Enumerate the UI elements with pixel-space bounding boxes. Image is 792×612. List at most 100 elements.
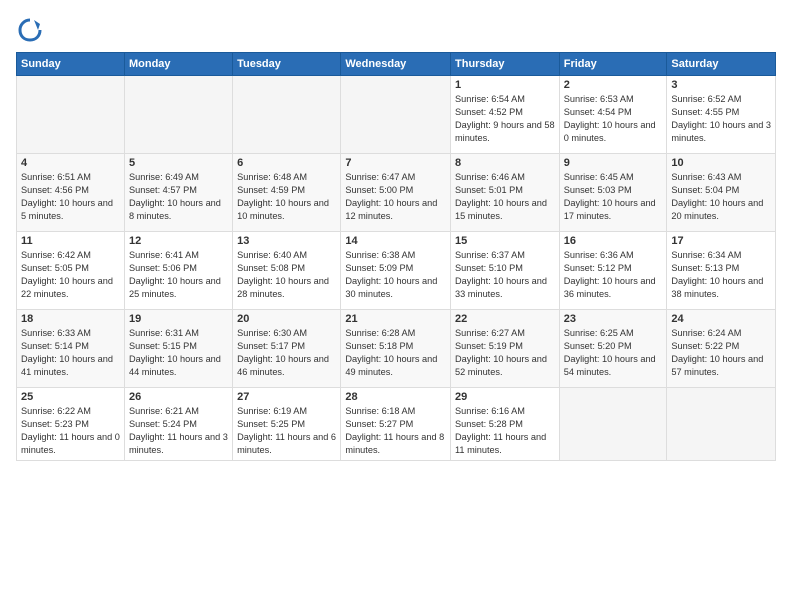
header-cell-sunday: Sunday — [17, 53, 125, 76]
day-cell — [17, 76, 125, 154]
day-cell: 1 Sunrise: 6:54 AM Sunset: 4:52 PM Daylig… — [451, 76, 560, 154]
day-cell: 6 Sunrise: 6:48 AM Sunset: 4:59 PM Daylig… — [233, 154, 341, 232]
day-info: Sunrise: 6:48 AM Sunset: 4:59 PM Dayligh… — [237, 171, 336, 223]
day-info: Sunrise: 6:28 AM Sunset: 5:18 PM Dayligh… — [345, 327, 446, 379]
day-cell: 9 Sunrise: 6:45 AM Sunset: 5:03 PM Daylig… — [559, 154, 667, 232]
day-number: 5 — [129, 157, 228, 169]
day-cell: 15Sunrise: 6:37 AM Sunset: 5:10 PM Dayli… — [451, 232, 560, 310]
week-row-5: 25 Sunrise: 6:22 AM Sunset: 5:23 PM Dayli… — [17, 388, 776, 461]
day-info: Sunrise: 6:30 AM Sunset: 5:17 PM Dayligh… — [237, 327, 336, 379]
week-row-3: 11 Sunrise: 6:42 AM Sunset: 5:05 PM Dayli… — [17, 232, 776, 310]
day-info: Sunrise: 6:38 AM Sunset: 5:09 PM Dayligh… — [345, 249, 446, 301]
page-container: SundayMondayTuesdayWednesdayThursdayFrid… — [0, 0, 792, 469]
day-info: Sunrise: 6:24 AM Sunset: 5:22 PM Dayligh… — [671, 327, 771, 379]
day-number: 20 — [237, 313, 336, 325]
calendar-table: SundayMondayTuesdayWednesdayThursdayFrid… — [16, 52, 776, 461]
day-cell — [667, 388, 776, 461]
day-number: 9 — [564, 157, 663, 169]
day-cell — [559, 388, 667, 461]
day-number: 29 — [455, 391, 555, 403]
logo-icon — [16, 16, 44, 44]
day-info: Sunrise: 6:21 AM Sunset: 5:24 PM Dayligh… — [129, 405, 228, 457]
day-info: Sunrise: 6:47 AM Sunset: 5:00 PM Dayligh… — [345, 171, 446, 223]
day-number: 16 — [564, 235, 663, 247]
calendar-body: 1 Sunrise: 6:54 AM Sunset: 4:52 PM Daylig… — [17, 76, 776, 461]
header-row: SundayMondayTuesdayWednesdayThursdayFrid… — [17, 53, 776, 76]
day-cell: 24 Sunrise: 6:24 AM Sunset: 5:22 PM Dayli… — [667, 310, 776, 388]
day-cell: 23 Sunrise: 6:25 AM Sunset: 5:20 PM Dayli… — [559, 310, 667, 388]
day-number: 28 — [345, 391, 446, 403]
day-cell: 20 Sunrise: 6:30 AM Sunset: 5:17 PM Dayli… — [233, 310, 341, 388]
day-number: 18 — [21, 313, 120, 325]
day-info: Sunrise: 6:18 AM Sunset: 5:27 PM Dayligh… — [345, 405, 446, 457]
logo — [16, 16, 48, 44]
day-info: Sunrise: 6:51 AM Sunset: 4:56 PM Dayligh… — [21, 171, 120, 223]
week-row-1: 1 Sunrise: 6:54 AM Sunset: 4:52 PM Daylig… — [17, 76, 776, 154]
day-cell: 12Sunrise: 6:41 AM Sunset: 5:06 PM Dayli… — [124, 232, 232, 310]
day-cell: 26 Sunrise: 6:21 AM Sunset: 5:24 PM Dayli… — [124, 388, 232, 461]
day-cell: 10 Sunrise: 6:43 AM Sunset: 5:04 PM Dayli… — [667, 154, 776, 232]
day-number: 11 — [21, 235, 120, 247]
day-info: Sunrise: 6:46 AM Sunset: 5:01 PM Dayligh… — [455, 171, 555, 223]
day-info: Sunrise: 6:31 AM Sunset: 5:15 PM Dayligh… — [129, 327, 228, 379]
day-cell: 3 Sunrise: 6:52 AM Sunset: 4:55 PM Daylig… — [667, 76, 776, 154]
day-info: Sunrise: 6:52 AM Sunset: 4:55 PM Dayligh… — [671, 93, 771, 145]
day-cell: 13 Sunrise: 6:40 AM Sunset: 5:08 PM Dayli… — [233, 232, 341, 310]
day-cell: 14 Sunrise: 6:38 AM Sunset: 5:09 PM Dayli… — [341, 232, 451, 310]
day-info: Sunrise: 6:54 AM Sunset: 4:52 PM Dayligh… — [455, 93, 555, 145]
day-info: Sunrise: 6:16 AM Sunset: 5:28 PM Dayligh… — [455, 405, 555, 457]
day-cell — [341, 76, 451, 154]
day-cell: 7 Sunrise: 6:47 AM Sunset: 5:00 PM Daylig… — [341, 154, 451, 232]
day-info: Sunrise: 6:33 AM Sunset: 5:14 PM Dayligh… — [21, 327, 120, 379]
day-number: 25 — [21, 391, 120, 403]
day-number: 1 — [455, 79, 555, 91]
day-number: 3 — [671, 79, 771, 91]
day-number: 24 — [671, 313, 771, 325]
header-cell-wednesday: Wednesday — [341, 53, 451, 76]
day-info: Sunrise: 6:53 AM Sunset: 4:54 PM Dayligh… — [564, 93, 663, 145]
day-cell: 19 Sunrise: 6:31 AM Sunset: 5:15 PM Dayli… — [124, 310, 232, 388]
day-number: 27 — [237, 391, 336, 403]
day-number: 6 — [237, 157, 336, 169]
header-cell-monday: Monday — [124, 53, 232, 76]
day-number: 8 — [455, 157, 555, 169]
day-number: 15 — [455, 235, 555, 247]
day-info: Sunrise: 6:19 AM Sunset: 5:25 PM Dayligh… — [237, 405, 336, 457]
day-info: Sunrise: 6:41 AM Sunset: 5:06 PM Dayligh… — [129, 249, 228, 301]
day-number: 21 — [345, 313, 446, 325]
week-row-2: 4Sunrise: 6:51 AM Sunset: 4:56 PM Daylig… — [17, 154, 776, 232]
day-number: 26 — [129, 391, 228, 403]
header-section — [16, 12, 776, 44]
day-info: Sunrise: 6:42 AM Sunset: 5:05 PM Dayligh… — [21, 249, 120, 301]
day-cell: 16 Sunrise: 6:36 AM Sunset: 5:12 PM Dayli… — [559, 232, 667, 310]
day-cell: 4Sunrise: 6:51 AM Sunset: 4:56 PM Daylig… — [17, 154, 125, 232]
day-cell: 27 Sunrise: 6:19 AM Sunset: 5:25 PM Dayli… — [233, 388, 341, 461]
day-info: Sunrise: 6:45 AM Sunset: 5:03 PM Dayligh… — [564, 171, 663, 223]
day-cell: 21 Sunrise: 6:28 AM Sunset: 5:18 PM Dayli… — [341, 310, 451, 388]
day-number: 2 — [564, 79, 663, 91]
day-cell: 25 Sunrise: 6:22 AM Sunset: 5:23 PM Dayli… — [17, 388, 125, 461]
day-info: Sunrise: 6:49 AM Sunset: 4:57 PM Dayligh… — [129, 171, 228, 223]
day-info: Sunrise: 6:43 AM Sunset: 5:04 PM Dayligh… — [671, 171, 771, 223]
header-cell-friday: Friday — [559, 53, 667, 76]
day-number: 19 — [129, 313, 228, 325]
day-info: Sunrise: 6:34 AM Sunset: 5:13 PM Dayligh… — [671, 249, 771, 301]
day-number: 14 — [345, 235, 446, 247]
day-info: Sunrise: 6:27 AM Sunset: 5:19 PM Dayligh… — [455, 327, 555, 379]
day-number: 23 — [564, 313, 663, 325]
day-cell — [124, 76, 232, 154]
header-cell-saturday: Saturday — [667, 53, 776, 76]
calendar-header: SundayMondayTuesdayWednesdayThursdayFrid… — [17, 53, 776, 76]
day-number: 10 — [671, 157, 771, 169]
day-cell — [233, 76, 341, 154]
day-cell: 18 Sunrise: 6:33 AM Sunset: 5:14 PM Dayli… — [17, 310, 125, 388]
header-cell-tuesday: Tuesday — [233, 53, 341, 76]
header-cell-thursday: Thursday — [451, 53, 560, 76]
day-info: Sunrise: 6:40 AM Sunset: 5:08 PM Dayligh… — [237, 249, 336, 301]
day-info: Sunrise: 6:36 AM Sunset: 5:12 PM Dayligh… — [564, 249, 663, 301]
day-number: 7 — [345, 157, 446, 169]
day-cell: 28 Sunrise: 6:18 AM Sunset: 5:27 PM Dayli… — [341, 388, 451, 461]
day-info: Sunrise: 6:22 AM Sunset: 5:23 PM Dayligh… — [21, 405, 120, 457]
day-info: Sunrise: 6:25 AM Sunset: 5:20 PM Dayligh… — [564, 327, 663, 379]
day-number: 13 — [237, 235, 336, 247]
